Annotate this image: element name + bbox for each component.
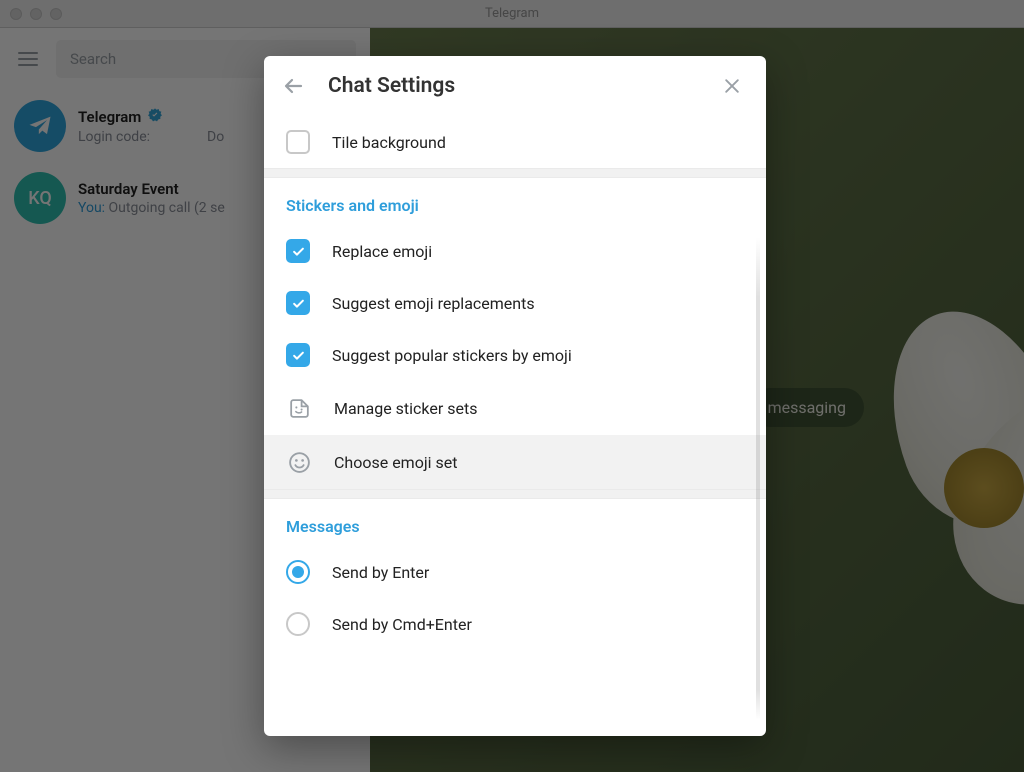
manage-stickers-label: Manage sticker sets [334, 399, 477, 418]
send-by-enter-radio[interactable] [286, 560, 310, 584]
send-by-cmd-enter-row[interactable]: Send by Cmd+Enter [264, 598, 766, 650]
send-by-enter-label: Send by Enter [332, 563, 429, 582]
suggest-emoji-checkbox[interactable] [286, 291, 310, 315]
suggest-stickers-label: Suggest popular stickers by emoji [332, 346, 572, 365]
emoji-icon [286, 449, 312, 475]
suggest-stickers-checkbox[interactable] [286, 343, 310, 367]
suggest-stickers-row[interactable]: Suggest popular stickers by emoji [264, 329, 766, 381]
tile-background-label: Tile background [332, 133, 446, 152]
messages-heading: Messages [264, 499, 766, 546]
stickers-heading: Stickers and emoji [264, 178, 766, 225]
section-divider [264, 168, 766, 178]
close-button[interactable] [720, 74, 744, 98]
choose-emoji-row[interactable]: Choose emoji set [264, 435, 766, 489]
modal-body[interactable]: Tile background Stickers and emoji Repla… [264, 116, 766, 736]
chat-settings-modal: Chat Settings Tile background Stickers a… [264, 56, 766, 736]
suggest-emoji-label: Suggest emoji replacements [332, 294, 535, 313]
replace-emoji-row[interactable]: Replace emoji [264, 225, 766, 277]
send-by-cmd-enter-radio[interactable] [286, 612, 310, 636]
modal-title: Chat Settings [328, 74, 698, 98]
sticker-icon [286, 395, 312, 421]
scrollbar[interactable] [756, 116, 760, 720]
back-button[interactable] [282, 74, 306, 98]
replace-emoji-checkbox[interactable] [286, 239, 310, 263]
tile-background-checkbox[interactable] [286, 130, 310, 154]
send-by-enter-row[interactable]: Send by Enter [264, 546, 766, 598]
replace-emoji-label: Replace emoji [332, 242, 432, 261]
tile-background-row[interactable]: Tile background [264, 116, 766, 168]
suggest-emoji-row[interactable]: Suggest emoji replacements [264, 277, 766, 329]
manage-stickers-row[interactable]: Manage sticker sets [264, 381, 766, 435]
choose-emoji-label: Choose emoji set [334, 453, 458, 472]
section-divider [264, 489, 766, 499]
send-by-cmd-enter-label: Send by Cmd+Enter [332, 615, 472, 634]
